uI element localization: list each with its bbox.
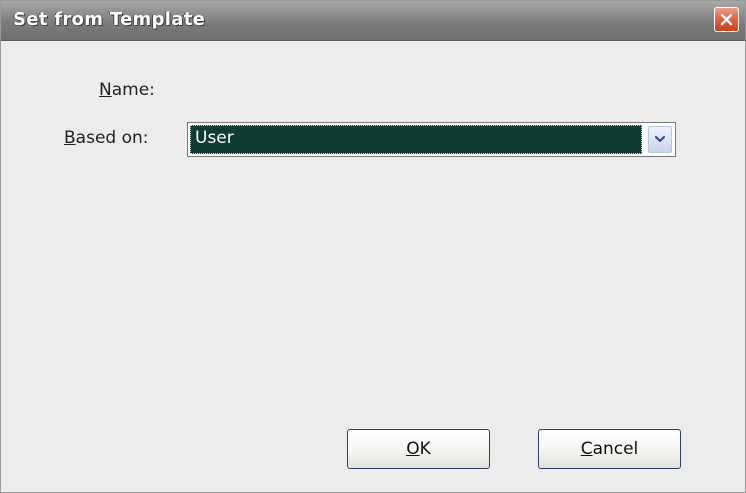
close-icon bbox=[720, 13, 733, 26]
name-label: Name: bbox=[99, 80, 155, 100]
cancel-button[interactable]: Cancel bbox=[538, 429, 681, 469]
set-from-template-dialog: Set from Template Name: Based on: User O… bbox=[0, 0, 746, 493]
based-on-value: User bbox=[195, 128, 234, 148]
dialog-title: Set from Template bbox=[13, 9, 206, 30]
based-on-selected-field[interactable]: User bbox=[190, 125, 642, 154]
based-on-label: Based on: bbox=[64, 128, 149, 148]
close-button[interactable] bbox=[714, 7, 739, 32]
dropdown-arrow-button[interactable] bbox=[648, 126, 672, 153]
title-bar[interactable]: Set from Template bbox=[1, 1, 745, 41]
based-on-dropdown[interactable]: User bbox=[187, 122, 676, 157]
chevron-down-icon bbox=[654, 135, 666, 143]
ok-button[interactable]: OK bbox=[347, 429, 490, 469]
